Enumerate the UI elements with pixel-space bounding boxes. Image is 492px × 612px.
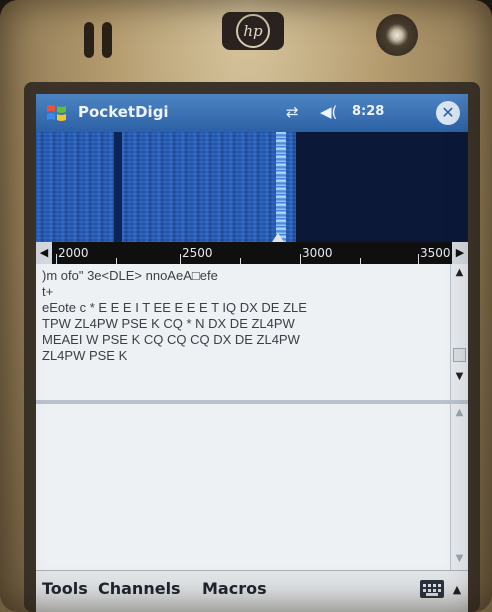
menu-tools[interactable]: Tools xyxy=(42,579,88,598)
rx-line: ZL4PW PSE K xyxy=(42,348,128,363)
scroll-down-button[interactable]: ▼ xyxy=(451,550,468,568)
rx-line: eEote c * E E E I T EE E E E T IQ DX DE … xyxy=(42,300,307,315)
waterfall-quiet xyxy=(296,132,468,242)
scale-label: 2500 xyxy=(182,246,213,260)
waterfall-display[interactable] xyxy=(36,132,468,242)
receive-scrollbar[interactable]: ▲ ▼ xyxy=(450,264,468,400)
speaker-slot-left xyxy=(84,22,94,58)
title-bar: PocketDigi ⇄ ◀( 8:28 ✕ xyxy=(36,94,468,132)
scale-label: 3000 xyxy=(302,246,333,260)
waterfall-dark-line xyxy=(114,132,122,242)
waterfall-noise xyxy=(36,132,296,242)
speaker-slot-right xyxy=(102,22,112,58)
rx-line: MEAEI W PSE K CQ CQ CQ DX DE ZL4PW xyxy=(42,332,300,347)
scale-label: 2000 xyxy=(58,246,89,260)
receive-text-area[interactable]: )m ofo" 3e<DLE> nnoAeA□efe t+ eEote c * … xyxy=(36,264,450,400)
scale-right-arrow[interactable]: ▶ xyxy=(452,242,468,264)
scale-tick xyxy=(418,254,419,264)
signal-trace xyxy=(276,132,286,242)
pda-screen: PocketDigi ⇄ ◀( 8:28 ✕ ◀ 2000 2500 3000 … xyxy=(36,94,468,612)
clock[interactable]: 8:28 xyxy=(352,104,384,119)
app-title: PocketDigi xyxy=(78,103,169,121)
frequency-scale[interactable]: ◀ 2000 2500 3000 3500 ▶ xyxy=(36,233,468,264)
pda-device: hp PocketDigi ⇄ ◀( 8:28 ✕ ◀ 2000 2500 30… xyxy=(0,0,492,612)
scroll-down-button[interactable]: ▼ xyxy=(451,368,468,386)
transmit-text-area[interactable] xyxy=(36,404,450,570)
scale-tick xyxy=(300,254,301,264)
scale-label: 3500 xyxy=(420,246,451,260)
scale-left-arrow[interactable]: ◀ xyxy=(36,242,52,264)
rx-line: t+ xyxy=(42,284,54,299)
scroll-up-button[interactable]: ▲ xyxy=(451,404,468,422)
menu-bar: Tools Channels Macros ▲ xyxy=(36,570,468,612)
hp-logo: hp xyxy=(222,12,284,50)
menu-channels[interactable]: Channels xyxy=(98,579,181,598)
scale-tick xyxy=(56,254,57,264)
connectivity-icon[interactable]: ⇄ xyxy=(286,103,299,121)
speaker-icon[interactable]: ◀( xyxy=(320,103,337,121)
scroll-up-button[interactable]: ▲ xyxy=(451,264,468,282)
scale-tick xyxy=(180,254,181,264)
keyboard-icon[interactable] xyxy=(420,580,444,598)
close-button[interactable]: ✕ xyxy=(436,101,460,125)
transmit-scrollbar[interactable]: ▲ ▼ xyxy=(450,404,468,570)
rx-line: TPW ZL4PW PSE K CQ * N DX DE ZL4PW xyxy=(42,316,295,331)
camera-lens xyxy=(376,14,418,56)
windows-start-icon[interactable] xyxy=(44,100,70,126)
scroll-thumb[interactable] xyxy=(453,348,466,362)
menu-macros[interactable]: Macros xyxy=(202,579,267,598)
rx-line: )m ofo" 3e<DLE> nnoAeA□efe xyxy=(42,268,218,283)
input-panel-arrow-icon[interactable]: ▲ xyxy=(448,579,466,601)
frequency-cursor[interactable] xyxy=(272,233,284,242)
